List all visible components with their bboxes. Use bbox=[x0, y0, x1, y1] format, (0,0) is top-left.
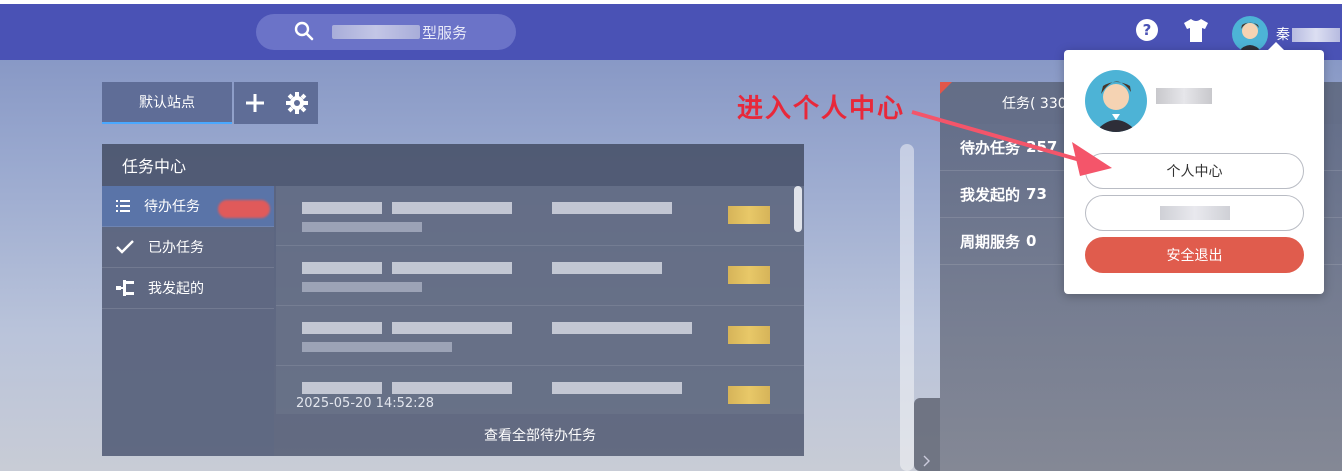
search-text: 型服务 bbox=[422, 23, 468, 42]
task-center-panel: 任务中心 待办任务 已办任务 我发起的 2025-05-20 14:52:28 … bbox=[102, 144, 804, 456]
search-blurred-text bbox=[332, 25, 420, 39]
check-icon bbox=[116, 240, 134, 254]
view-all-pending-link[interactable]: 查看全部待办任务 bbox=[276, 414, 804, 456]
task-row[interactable] bbox=[276, 246, 804, 306]
plus-icon bbox=[246, 94, 264, 112]
task-tag bbox=[728, 326, 770, 344]
shirt-icon[interactable] bbox=[1182, 17, 1210, 43]
station-settings-button[interactable] bbox=[276, 82, 318, 124]
nav-label: 待办任务 bbox=[144, 199, 200, 215]
task-center-title: 任务中心 bbox=[102, 144, 804, 186]
dropdown-caret bbox=[1268, 42, 1284, 50]
dropdown-user-name bbox=[1156, 88, 1212, 104]
user-dropdown: 个人中心 安全退出 bbox=[1064, 42, 1324, 294]
user-avatar[interactable] bbox=[1232, 16, 1268, 52]
gear-icon bbox=[286, 92, 308, 114]
pending-count-badge bbox=[218, 200, 270, 218]
user-name[interactable]: 秦 bbox=[1276, 24, 1340, 44]
svg-text:?: ? bbox=[1143, 21, 1152, 39]
page-scrollbar[interactable] bbox=[900, 144, 914, 471]
user-avatar-large bbox=[1085, 70, 1147, 132]
task-tag bbox=[728, 386, 770, 404]
task-tag bbox=[728, 266, 770, 284]
task-row[interactable] bbox=[276, 186, 804, 246]
nav-label: 我发起的 bbox=[148, 281, 204, 297]
collapse-handle[interactable] bbox=[914, 398, 940, 471]
tree-icon bbox=[116, 280, 134, 296]
task-date: 2025-05-20 14:52:28 bbox=[296, 396, 435, 411]
corner-marker bbox=[940, 82, 952, 94]
chevron-right-icon bbox=[923, 455, 930, 467]
nav-label: 已办任务 bbox=[148, 240, 204, 256]
tab-default-station[interactable]: 默认站点 bbox=[102, 82, 232, 124]
personal-center-button[interactable]: 个人中心 bbox=[1085, 153, 1304, 189]
dropdown-option-button[interactable] bbox=[1085, 195, 1304, 231]
nav-initiated-by-me[interactable]: 我发起的 bbox=[102, 268, 274, 309]
help-icon[interactable]: ? bbox=[1135, 18, 1159, 42]
task-row[interactable] bbox=[276, 306, 804, 366]
search-box[interactable]: 型服务 bbox=[256, 14, 516, 50]
logout-button[interactable]: 安全退出 bbox=[1085, 237, 1304, 273]
nav-done-tasks[interactable]: 已办任务 bbox=[102, 227, 274, 268]
task-list-scrollbar[interactable] bbox=[794, 186, 802, 232]
task-nav: 待办任务 已办任务 我发起的 bbox=[102, 186, 274, 456]
nav-pending-tasks[interactable]: 待办任务 bbox=[102, 186, 274, 227]
task-list[interactable] bbox=[276, 186, 804, 414]
search-icon bbox=[294, 21, 314, 41]
task-tag bbox=[728, 206, 770, 224]
add-station-button[interactable] bbox=[234, 82, 276, 124]
list-icon bbox=[116, 200, 130, 212]
annotation-text: 进入个人中心 bbox=[737, 94, 906, 124]
